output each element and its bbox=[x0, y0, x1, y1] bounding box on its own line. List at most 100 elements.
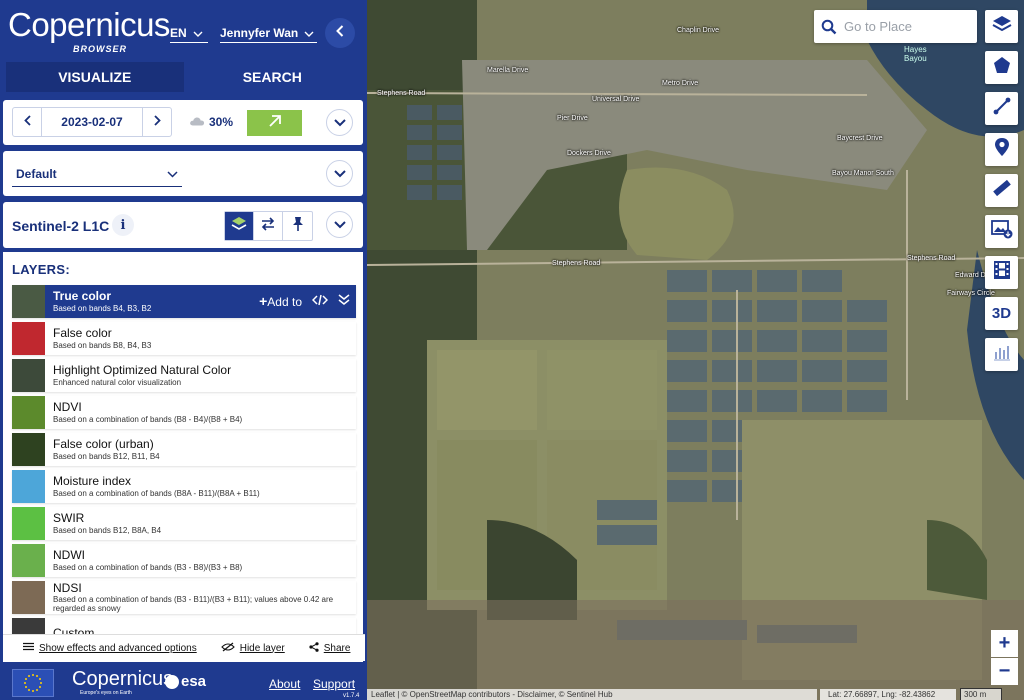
chevron-right-icon bbox=[153, 113, 161, 131]
layer-item-ndwi[interactable]: NDWI Based on a combination of bands (B3 … bbox=[12, 544, 356, 577]
zoom-in-button[interactable]: + bbox=[991, 630, 1018, 657]
cloud-icon bbox=[189, 115, 205, 129]
cloud-coverage[interactable]: 30% bbox=[189, 115, 233, 129]
three-d-button[interactable]: 3D bbox=[985, 297, 1018, 330]
user-menu[interactable]: Jennyfer Wan bbox=[220, 26, 317, 43]
film-icon bbox=[993, 260, 1011, 285]
effects-link-text: Show effects and advanced options bbox=[39, 642, 197, 654]
pin-icon bbox=[292, 216, 304, 237]
road-label: Metro Drive bbox=[662, 80, 699, 87]
chevron-down-icon bbox=[304, 26, 314, 40]
layer-thumbnail bbox=[12, 396, 45, 429]
compare-button[interactable] bbox=[254, 212, 283, 240]
layer-item-highlight-optimized[interactable]: Highlight Optimized Natural Color Enhance… bbox=[12, 359, 356, 392]
chevron-down-icon bbox=[167, 167, 178, 181]
layers-tool-button[interactable] bbox=[985, 10, 1018, 43]
layer-item-false-color[interactable]: False color Based on bands B8, B4, B3 bbox=[12, 322, 356, 355]
road-label: Stephens Road bbox=[377, 90, 426, 97]
layer-description: Based on a combination of bands (B3 - B1… bbox=[53, 595, 334, 613]
road-label: Fairways Circle bbox=[947, 290, 995, 297]
eu-flag-logo bbox=[12, 669, 54, 697]
map-canvas[interactable]: Stephens Road Stephens Road Stephens Roa… bbox=[367, 0, 1024, 700]
place-search-input[interactable] bbox=[844, 19, 964, 34]
road-label: Chaplin Drive bbox=[677, 27, 720, 34]
arrow-up-right-icon bbox=[268, 114, 282, 133]
layer-name: SWIR bbox=[53, 511, 85, 525]
map-attribution[interactable]: Leaflet | © OpenStreetMap contributors -… bbox=[367, 689, 817, 700]
road-label: Marella Drive bbox=[487, 67, 529, 74]
main-tabs: VISUALIZE SEARCH bbox=[6, 62, 361, 92]
layer-name: True color bbox=[53, 289, 112, 303]
add-to-button[interactable]: +Add to bbox=[259, 293, 302, 309]
swap-arrows-icon bbox=[260, 216, 276, 236]
sidebar-header: Copernicus BROWSER EN Jennyfer Wan bbox=[0, 0, 367, 60]
sidebar: Copernicus BROWSER EN Jennyfer Wan VISUA… bbox=[0, 0, 367, 700]
layer-name: NDWI bbox=[53, 548, 85, 562]
layer-description: Based on a combination of bands (B3 - B8… bbox=[53, 562, 243, 572]
statistics-button[interactable] bbox=[985, 338, 1018, 371]
image-download-button[interactable] bbox=[985, 215, 1018, 248]
pin-button[interactable] bbox=[283, 212, 312, 240]
zoom-out-button[interactable]: − bbox=[991, 658, 1018, 685]
layer-item-moisture-index[interactable]: Moisture index Based on a combination of … bbox=[12, 470, 356, 503]
expand-theme-panel-button[interactable] bbox=[326, 160, 353, 187]
expand-dataset-panel-button[interactable] bbox=[326, 211, 353, 238]
place-search[interactable] bbox=[814, 10, 977, 43]
layer-thumbnail bbox=[12, 470, 45, 503]
copernicus-browser-logo: Copernicus BROWSER bbox=[8, 6, 170, 54]
sidebar-footer: Copernicus Europe's eyes on Earth esa Ab… bbox=[0, 662, 367, 700]
code-icon[interactable] bbox=[311, 294, 329, 309]
expand-date-panel-button[interactable] bbox=[326, 109, 353, 136]
effects-link[interactable]: Show effects and advanced options bbox=[23, 642, 197, 654]
layers-view-button[interactable] bbox=[225, 212, 254, 240]
layer-item-swir[interactable]: SWIR Based on bands B12, B8A, B4 bbox=[12, 507, 356, 540]
copernicus-logo[interactable]: Copernicus Europe's eyes on Earth bbox=[72, 668, 173, 696]
layer-item-true-color[interactable]: True color Based on bands B4, B3, B2 +Ad… bbox=[12, 285, 356, 318]
tab-visualize[interactable]: VISUALIZE bbox=[6, 62, 184, 92]
logo-text: Copernicus bbox=[8, 6, 170, 43]
double-chevron-down-icon[interactable] bbox=[338, 293, 350, 309]
previous-date-button[interactable] bbox=[13, 108, 41, 136]
measure-line-button[interactable] bbox=[985, 92, 1018, 125]
date-input[interactable]: 2023-02-07 bbox=[41, 108, 143, 136]
road-label: Stephens Road bbox=[907, 255, 956, 262]
road-label: Dockers Drive bbox=[567, 150, 611, 157]
go-to-date-button[interactable] bbox=[247, 110, 302, 136]
collapse-sidebar-button[interactable] bbox=[325, 18, 355, 48]
poi-marker-button[interactable] bbox=[985, 133, 1018, 166]
line-draw-icon bbox=[993, 97, 1011, 120]
version-label: v1.7.4 bbox=[343, 693, 360, 699]
hide-layer-text: Hide layer bbox=[239, 642, 285, 654]
layer-name: NDSI bbox=[53, 580, 82, 595]
scale-bar: 300 m bbox=[960, 688, 1002, 700]
about-link[interactable]: About bbox=[269, 677, 300, 691]
tab-search[interactable]: SEARCH bbox=[184, 62, 362, 92]
info-icon[interactable]: i bbox=[112, 214, 134, 236]
satellite-imagery bbox=[367, 0, 1024, 700]
language-select[interactable]: EN bbox=[170, 26, 208, 43]
layer-item-false-color-urban[interactable]: False color (urban) Based on bands B12, B… bbox=[12, 433, 356, 466]
share-link[interactable]: Share bbox=[309, 641, 350, 655]
next-date-button[interactable] bbox=[143, 108, 171, 136]
layer-item-ndsi[interactable]: NDSI Based on a combination of bands (B3 … bbox=[12, 581, 356, 614]
layer-thumbnail bbox=[12, 544, 45, 577]
theme-select[interactable]: Default bbox=[12, 163, 182, 187]
bar-chart-icon bbox=[993, 343, 1011, 366]
esa-logo[interactable]: esa bbox=[165, 673, 206, 690]
layer-description: Based on bands B12, B8A, B4 bbox=[53, 525, 162, 535]
layer-thumbnail bbox=[12, 507, 45, 540]
layer-description: Based on a combination of bands (B8A - B… bbox=[53, 488, 260, 498]
layer-item-ndvi[interactable]: NDVI Based on a combination of bands (B8 … bbox=[12, 396, 356, 429]
ruler-button[interactable] bbox=[985, 174, 1018, 207]
layer-thumbnail bbox=[12, 285, 45, 318]
road-label: Baycrest Drive bbox=[837, 135, 883, 142]
hide-layer-link[interactable]: Hide layer bbox=[220, 642, 285, 655]
timelapse-button[interactable] bbox=[985, 256, 1018, 289]
dataset-toolbar bbox=[224, 211, 313, 241]
image-download-icon bbox=[990, 219, 1013, 244]
search-icon[interactable] bbox=[814, 19, 844, 35]
aoi-polygon-button[interactable] bbox=[985, 51, 1018, 84]
chevron-left-icon bbox=[336, 24, 344, 42]
support-link[interactable]: Support bbox=[313, 677, 355, 691]
layer-name: False color (urban) bbox=[53, 437, 154, 451]
